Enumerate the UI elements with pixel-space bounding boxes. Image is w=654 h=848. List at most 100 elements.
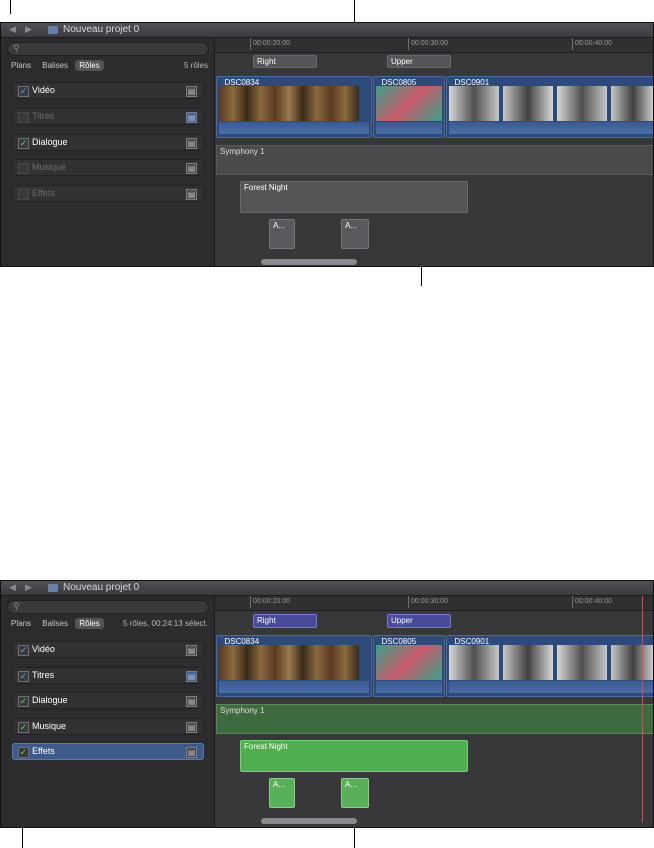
checkbox-musique[interactable]	[18, 163, 29, 174]
audio-waveform	[219, 681, 369, 693]
tab-balises[interactable]: Balises	[38, 60, 72, 71]
effects-clip-forest-night[interactable]: Forest Night	[240, 740, 468, 772]
expand-icon[interactable]: ▤	[186, 747, 197, 758]
role-item-effets[interactable]: ✓ Effets ▤	[12, 743, 204, 760]
title-clip-right[interactable]: Right	[253, 55, 317, 68]
effects-clip-forest-night[interactable]: Forest Night	[240, 181, 468, 213]
audio-clip-small-1[interactable]: A...	[269, 778, 295, 808]
role-item-titres[interactable]: ✓ Titres ▤	[12, 667, 204, 684]
expand-icon[interactable]: ▤	[186, 189, 197, 200]
thumbnail	[449, 645, 499, 680]
checkbox-titres[interactable]	[18, 112, 29, 123]
search-field[interactable]: ⚲	[7, 600, 209, 614]
audio-waveform	[376, 122, 442, 134]
role-label: Titres	[32, 111, 55, 121]
role-label: Dialogue	[32, 695, 68, 705]
role-item-video[interactable]: ✓ Vidéo ▤	[12, 82, 204, 99]
role-item-effets[interactable]: Effets ▤	[12, 185, 204, 202]
video-clip-dsc0834[interactable]: _DSC0834	[216, 76, 372, 138]
role-item-musique[interactable]: Musique ▤	[12, 159, 204, 176]
checkbox-titres[interactable]: ✓	[18, 671, 29, 682]
expand-icon[interactable]: ▤	[186, 671, 197, 682]
thumbnail	[503, 86, 553, 121]
checkbox-effets[interactable]: ✓	[18, 747, 29, 758]
role-label: Titres	[32, 670, 55, 680]
expand-icon[interactable]: ▤	[186, 645, 197, 656]
role-count: 5 rôles	[183, 61, 208, 70]
title-clip-upper[interactable]: Upper	[387, 614, 451, 628]
ruler-tick: 00:00:30:00	[408, 38, 448, 50]
thumbnail	[275, 86, 303, 121]
title-clip-right[interactable]: Right	[253, 614, 317, 628]
timeline-area[interactable]: 00:00:20:00 00:00:30:00 00:00:40:00 Righ…	[215, 38, 653, 266]
role-label: Musique	[32, 721, 67, 731]
checkbox-effets[interactable]	[18, 189, 29, 200]
audio-clip-small-2[interactable]: A...	[341, 219, 369, 249]
checkbox-musique[interactable]: ✓	[18, 722, 29, 733]
tab-plans[interactable]: Plans	[7, 618, 35, 629]
project-icon	[48, 26, 58, 34]
video-clip-dsc0901[interactable]: _DSC0901	[446, 76, 653, 138]
timeline-index-sidebar: ⚲ Plans Balises Rôles 5 rôles ✓ Vidéo ▤ …	[1, 38, 215, 266]
thumbnail	[219, 86, 247, 121]
timeline-window-top: ◀ ▶ Nouveau projet 0 ⚲ Plans Balises Rôl…	[0, 22, 654, 267]
callout-line-top-left	[10, 0, 11, 14]
video-clip-dsc0901[interactable]: _DSC0901	[446, 635, 653, 697]
expand-icon[interactable]: ▤	[186, 138, 197, 149]
thumbnail	[557, 86, 607, 121]
music-clip-label: Symphony 1	[220, 147, 265, 156]
forward-arrow-icon[interactable]: ▶	[25, 24, 32, 35]
playhead[interactable]	[642, 596, 643, 822]
video-clip-dsc0805[interactable]: _DSC0805	[373, 635, 445, 697]
horizontal-scrollbar[interactable]	[261, 259, 357, 265]
tab-roles[interactable]: Rôles	[75, 618, 104, 629]
project-title: Nouveau projet 0	[63, 582, 140, 593]
index-tabs: Plans Balises Rôles	[7, 618, 105, 630]
role-item-dialogue[interactable]: ✓ Dialogue ▤	[12, 134, 204, 151]
thumbnail	[376, 86, 442, 121]
search-field[interactable]: ⚲	[7, 42, 209, 56]
tab-plans[interactable]: Plans	[7, 60, 35, 71]
timeline-area[interactable]: 00:00:20:00 00:00:30:00 00:00:40:00 Righ…	[215, 596, 653, 827]
title-clip-upper[interactable]: Upper	[387, 55, 451, 68]
expand-icon[interactable]: ▤	[186, 163, 197, 174]
expand-icon[interactable]: ▤	[186, 112, 197, 123]
role-item-musique[interactable]: ✓ Musique ▤	[12, 718, 204, 735]
back-arrow-icon[interactable]: ◀	[9, 24, 16, 35]
checkbox-dialogue[interactable]: ✓	[18, 696, 29, 707]
audio-clip-small-1[interactable]: A...	[269, 219, 295, 249]
checkbox-video[interactable]: ✓	[18, 86, 29, 97]
checkbox-dialogue[interactable]: ✓	[18, 138, 29, 149]
audio-waveform	[376, 681, 442, 693]
horizontal-scrollbar[interactable]	[261, 818, 357, 824]
role-item-video[interactable]: ✓ Vidéo ▤	[12, 641, 204, 658]
project-title: Nouveau projet 0	[63, 24, 140, 35]
thumbnail	[331, 645, 359, 680]
ruler-tick: 00:00:40:00	[572, 596, 612, 608]
role-item-titres[interactable]: Titres ▤	[12, 108, 204, 125]
video-clip-dsc0805[interactable]: _DSC0805	[373, 76, 445, 138]
tab-roles[interactable]: Rôles	[75, 60, 104, 71]
role-item-dialogue[interactable]: ✓ Dialogue ▤	[12, 692, 204, 709]
audio-clip-small-2[interactable]: A...	[341, 778, 369, 808]
expand-icon[interactable]: ▤	[186, 722, 197, 733]
music-lane-symphony[interactable]: Symphony 1	[216, 704, 653, 734]
music-lane-symphony[interactable]: Symphony 1	[216, 145, 653, 175]
ruler-tick: 00:00:30:00	[408, 596, 448, 608]
back-arrow-icon[interactable]: ◀	[9, 582, 16, 593]
expand-icon[interactable]: ▤	[186, 696, 197, 707]
video-clip-dsc0834[interactable]: _DSC0834	[216, 635, 372, 697]
thumbnail	[611, 645, 653, 680]
checkbox-video[interactable]: ✓	[18, 645, 29, 656]
thumbnail	[303, 645, 331, 680]
timeline-index-sidebar: ⚲ Plans Balises Rôles 5 rôles, 00:24:13 …	[1, 596, 215, 827]
time-ruler[interactable]: 00:00:20:00 00:00:30:00 00:00:40:00	[215, 38, 653, 53]
forward-arrow-icon[interactable]: ▶	[25, 582, 32, 593]
index-tabs: Plans Balises Rôles	[7, 60, 105, 72]
time-ruler[interactable]: 00:00:20:00 00:00:30:00 00:00:40:00	[215, 596, 653, 611]
thumbnail	[275, 645, 303, 680]
thumbnail	[303, 86, 331, 121]
tab-balises[interactable]: Balises	[38, 618, 72, 629]
audio-waveform	[449, 681, 653, 693]
expand-icon[interactable]: ▤	[186, 86, 197, 97]
